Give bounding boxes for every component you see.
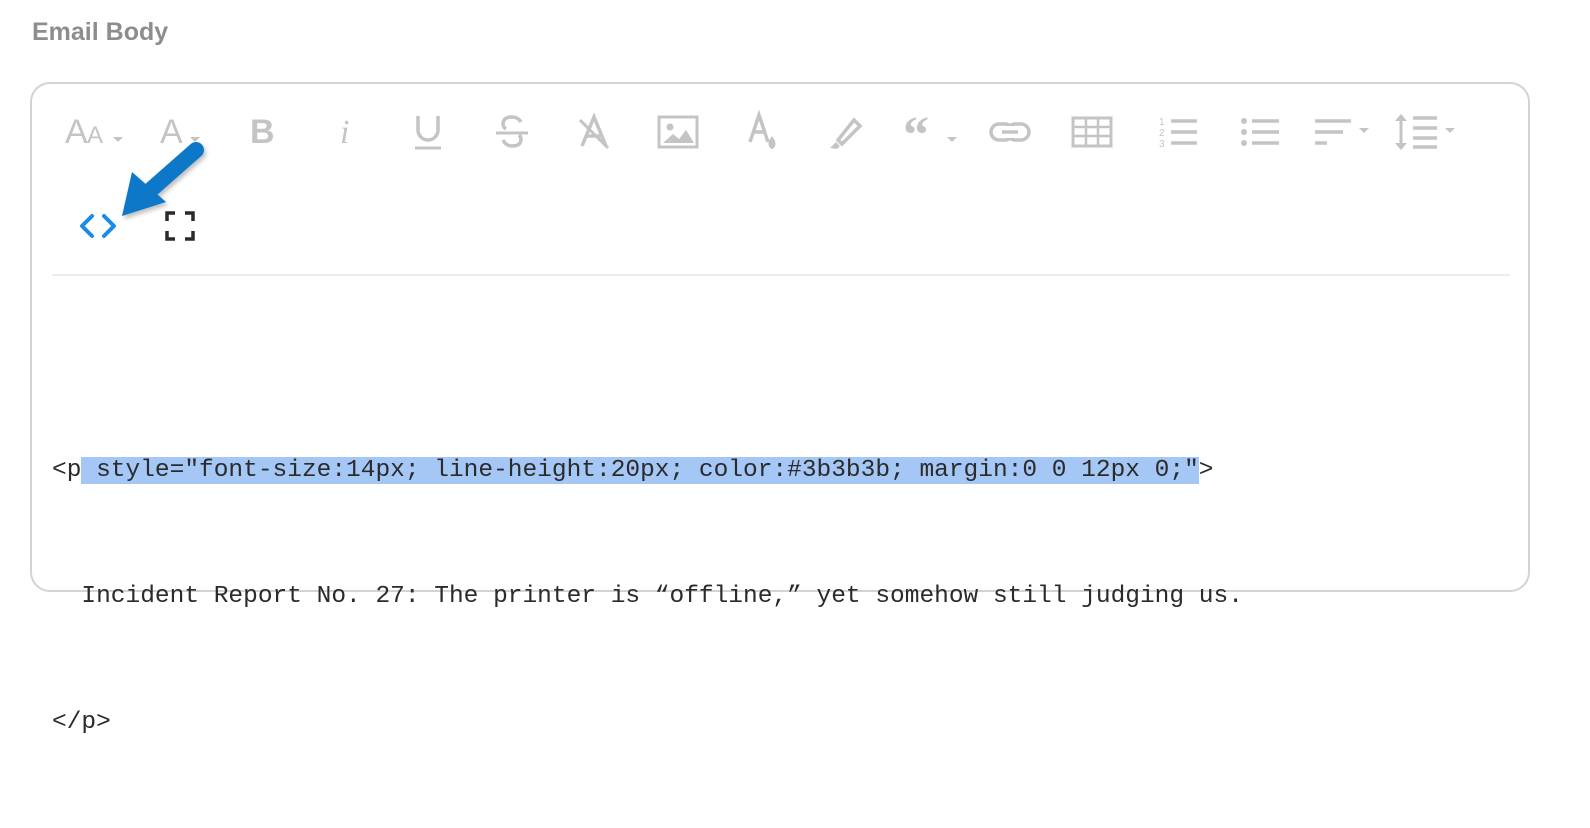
code-line-1-open: <p	[52, 457, 82, 484]
align-button[interactable]	[1312, 102, 1376, 162]
underline-icon	[415, 116, 441, 150]
svg-text:A: A	[65, 113, 88, 151]
selected-text: style="font-size:14px; line-height:20px;…	[81, 457, 1199, 484]
strikethrough-icon	[496, 115, 528, 148]
code-line-1-close: >	[1198, 457, 1214, 484]
text-color-button[interactable]	[730, 102, 794, 162]
clear-formatting-icon	[578, 112, 610, 150]
field-label: Email Body	[32, 18, 169, 46]
fullscreen-icon	[165, 211, 195, 241]
ordered-list-button[interactable]: 1 2 3	[1146, 102, 1210, 162]
code-view-button[interactable]	[66, 196, 130, 256]
insert-image-button[interactable]	[646, 102, 710, 162]
font-family-icon: A A	[65, 113, 123, 151]
unordered-list-button[interactable]	[1228, 102, 1292, 162]
unordered-list-icon	[1241, 118, 1279, 146]
link-icon	[989, 122, 1031, 142]
quote-icon: “	[903, 107, 957, 164]
line-height-icon	[1395, 114, 1455, 150]
font-size-button[interactable]: A	[148, 102, 212, 162]
svg-text:1: 1	[1159, 117, 1165, 128]
text-color-icon	[748, 109, 776, 150]
svg-text:2: 2	[1159, 128, 1165, 139]
svg-text:B: B	[250, 113, 275, 151]
code-line-1: <p style="font-size:14px; line-height:20…	[52, 450, 1243, 492]
code-editor[interactable]: <p style="font-size:14px; line-height:20…	[52, 366, 1243, 828]
strikethrough-button[interactable]	[480, 102, 544, 162]
highlight-icon	[830, 117, 863, 149]
svg-text:“: “	[903, 107, 929, 164]
code-view-icon	[80, 214, 116, 238]
svg-text:A: A	[87, 122, 103, 149]
insert-table-button[interactable]	[1060, 102, 1124, 162]
svg-text:A: A	[160, 113, 183, 151]
image-icon	[657, 115, 699, 149]
svg-text:3: 3	[1159, 139, 1165, 150]
rich-text-editor[interactable]: A A A B i “ 1 2 3 <p style="font-size:14…	[30, 82, 1530, 736]
font-size-icon: A	[160, 113, 200, 151]
clear-formatting-button[interactable]	[562, 102, 626, 162]
code-line-2: Incident Report No. 27: The printer is “…	[52, 583, 1243, 610]
quote-button[interactable]: “	[900, 102, 964, 164]
italic-button[interactable]: i	[314, 102, 378, 162]
highlight-button[interactable]	[812, 102, 876, 162]
ordered-list-icon: 1 2 3	[1159, 117, 1197, 150]
insert-link-button[interactable]	[978, 102, 1042, 162]
table-icon	[1071, 116, 1113, 148]
toolbar-divider	[52, 274, 1510, 276]
line-height-button[interactable]	[1394, 102, 1458, 162]
align-icon	[1315, 119, 1369, 145]
font-family-button[interactable]: A A	[58, 102, 123, 162]
svg-text:i: i	[340, 114, 349, 151]
bold-button[interactable]: B	[230, 102, 294, 162]
underline-button[interactable]	[396, 102, 460, 162]
italic-icon: i	[340, 114, 349, 151]
fullscreen-button[interactable]	[148, 196, 212, 256]
bold-icon: B	[250, 113, 275, 151]
code-line-3: </p>	[52, 709, 111, 736]
